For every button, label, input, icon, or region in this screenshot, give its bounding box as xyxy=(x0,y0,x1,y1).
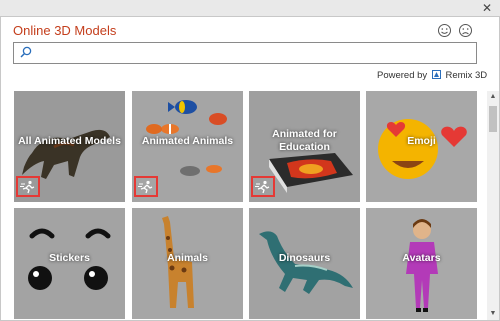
scroll-thumb[interactable] xyxy=(489,106,497,132)
animation-runner-icon xyxy=(255,180,270,193)
smile-icon[interactable] xyxy=(437,23,452,38)
frown-icon[interactable] xyxy=(458,23,473,38)
category-tile-dinosaurs[interactable]: Dinosaurs xyxy=(249,208,360,319)
animated-badge xyxy=(251,176,275,197)
animated-badge xyxy=(134,176,158,197)
search-input[interactable] xyxy=(36,45,466,61)
dialog-title: Online 3D Models xyxy=(13,23,117,38)
tile-label: Stickers xyxy=(49,252,90,264)
animation-runner-icon xyxy=(138,180,153,193)
tile-label: Animals xyxy=(167,252,208,264)
scroll-up-button[interactable]: ▲ xyxy=(487,91,499,103)
scroll-down-button[interactable]: ▼ xyxy=(487,308,499,320)
model-category-grid: All Animated Models Animated Animals Ani… xyxy=(14,91,486,320)
search-box xyxy=(13,42,477,64)
category-tile-avatars[interactable]: Avatars xyxy=(366,208,477,319)
tile-label: All Animated Models xyxy=(18,135,121,147)
powered-by-label: Powered by xyxy=(377,70,428,81)
animation-runner-icon xyxy=(20,180,35,193)
search-icon xyxy=(20,46,32,58)
remix3d-link[interactable]: Remix 3D xyxy=(445,70,487,81)
window-titlebar: ✕ xyxy=(0,0,500,16)
category-tile-stickers[interactable]: Stickers xyxy=(14,208,125,319)
tile-label: Animated Animals xyxy=(141,135,234,147)
category-tile-animated-for-education[interactable]: Animated for Education xyxy=(249,91,360,202)
category-tile-all-animated-models[interactable]: All Animated Models xyxy=(14,91,125,202)
category-tile-animated-animals[interactable]: Animated Animals xyxy=(132,91,243,202)
animated-badge xyxy=(16,176,40,197)
tile-label: Emoji xyxy=(407,135,436,147)
tile-label: Dinosaurs xyxy=(278,252,331,264)
category-tile-animals[interactable]: Animals xyxy=(132,208,243,319)
vertical-scrollbar[interactable]: ▲ ▼ xyxy=(487,91,499,320)
powered-by: Powered by Remix 3D xyxy=(377,70,487,81)
online-3d-models-dialog: Online 3D Models Powered by Remix 3D All… xyxy=(0,16,500,321)
tile-label: Avatars xyxy=(402,252,441,264)
tile-label: Animated for Education xyxy=(272,128,337,153)
category-tile-emoji[interactable]: Emoji xyxy=(366,91,477,202)
remix3d-logo-icon xyxy=(431,70,441,79)
close-button[interactable]: ✕ xyxy=(479,1,495,15)
